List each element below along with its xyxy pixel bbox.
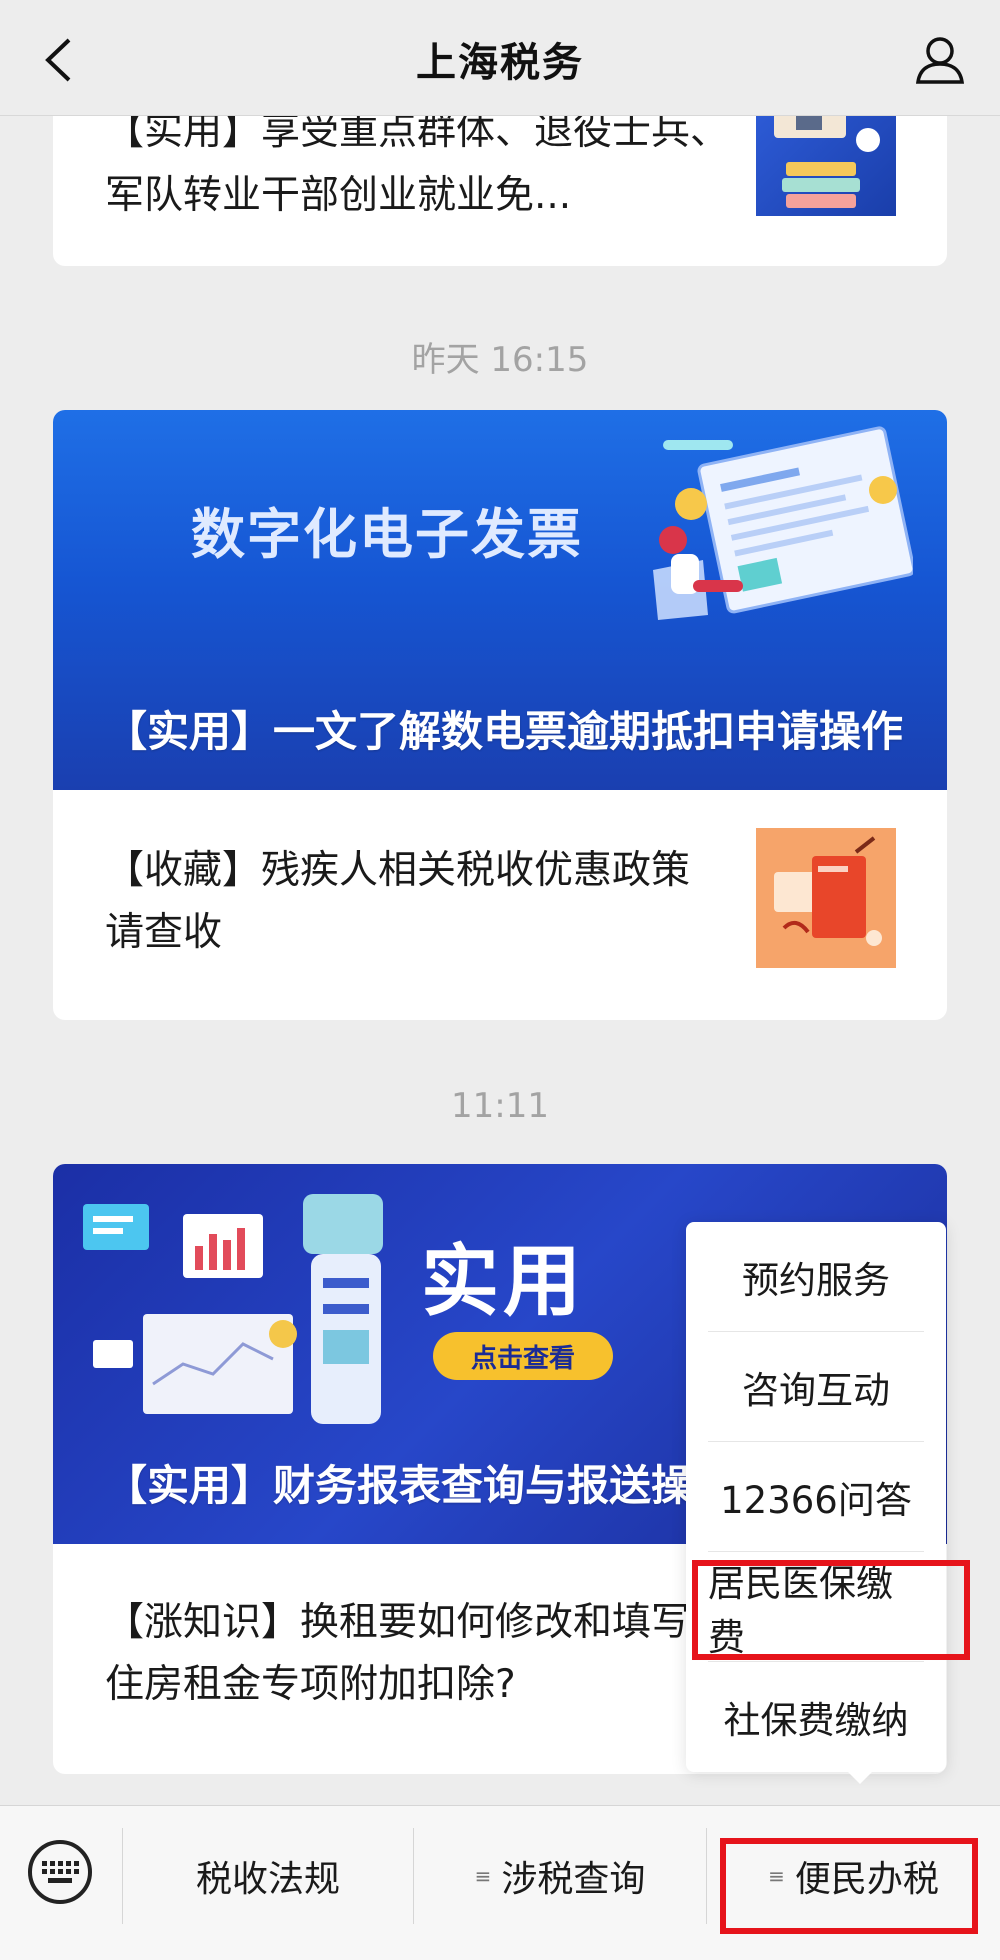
highlight-box-menu-item (692, 1560, 970, 1660)
banner-caption: 【实用】一文了解数电票逾期抵扣申请操作 (105, 707, 904, 756)
report-illustration-icon (83, 1194, 383, 1424)
invoice-illustration-icon (653, 426, 913, 620)
article-thumbnail (756, 828, 896, 968)
popup-menu: 预约服务 咨询互动 12366问答 居民医保缴费 社保费缴纳 (686, 1222, 946, 1772)
article-title: 【收藏】残疾人相关税收优惠政策请查收 (105, 848, 691, 955)
menu-item-12366-qa[interactable]: 12366问答 (708, 1442, 924, 1552)
menu-item-social-security-payment[interactable]: 社保费缴纳 (708, 1662, 924, 1772)
article-title: 【涨知识】换租要如何修改和填写住房租金专项附加扣除? (105, 1600, 691, 1707)
timestamp: 11:11 (451, 1086, 549, 1126)
profile-button[interactable] (908, 28, 972, 92)
keyboard-icon (42, 1861, 79, 1883)
banner-view-button: 点击查看 (433, 1332, 613, 1380)
books-illustration-icon (774, 110, 880, 208)
menu-item-consultation[interactable]: 咨询互动 (708, 1332, 924, 1442)
banner-headline: 实用 (421, 1237, 586, 1327)
top-nav-bar: 上海税务 (0, 0, 1000, 116)
highlight-box-tab (720, 1838, 978, 1934)
page-title: 上海税务 (416, 40, 584, 86)
keyboard-toggle-button[interactable] (28, 1840, 92, 1904)
article-thumbnail (756, 110, 896, 216)
notebook-illustration-icon (756, 828, 896, 968)
article-group-card: 数字化电子发票 【实用】一文了解数电票逾期抵扣申请操作 【收藏】残疾人相关税收优… (53, 410, 947, 1020)
user-icon (915, 37, 965, 84)
timestamp: 昨天 16:15 (411, 340, 589, 380)
article-title: 【实用】享受重点群体、退役士兵、军队转业干部创业就业免... (105, 109, 730, 218)
article-list-item[interactable]: 【收藏】残疾人相关税收优惠政策请查收 (53, 790, 947, 1018)
menu-item-appointment[interactable]: 预约服务 (708, 1222, 924, 1332)
menu-lines-icon: ≡ (474, 1864, 492, 1888)
banner-headline: 数字化电子发票 (191, 503, 583, 566)
tab-label: 涉税查询 (501, 1859, 646, 1900)
article-banner[interactable]: 数字化电子发票 【实用】一文了解数电票逾期抵扣申请操作 (53, 410, 947, 790)
tab-tax-regulations[interactable]: 税收法规 (123, 1826, 413, 1926)
popup-menu-pointer (846, 1770, 874, 1784)
tab-label: 税收法规 (195, 1859, 340, 1900)
tab-tax-inquiry[interactable]: ≡ 涉税查询 (414, 1826, 706, 1926)
